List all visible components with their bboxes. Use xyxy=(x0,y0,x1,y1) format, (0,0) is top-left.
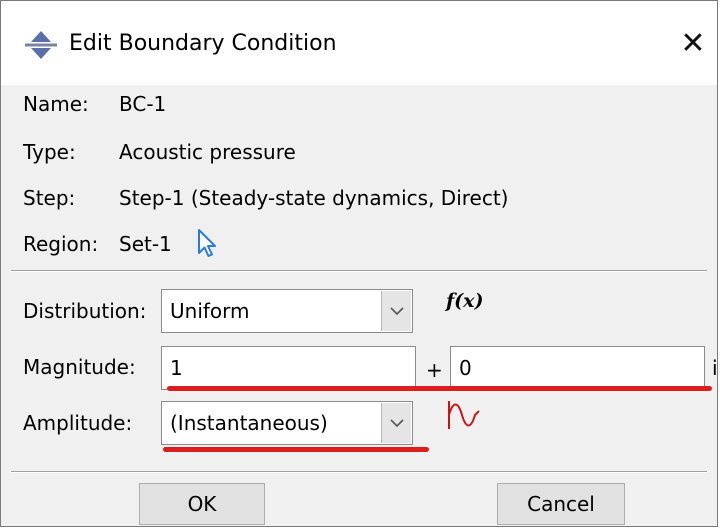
separator-bottom xyxy=(11,471,707,473)
magnitude-real-input[interactable] xyxy=(162,347,415,389)
name-label: Name: xyxy=(23,92,89,116)
chevron-down-icon[interactable] xyxy=(381,403,411,443)
type-label: Type: xyxy=(23,140,76,164)
select-arrow-icon[interactable] xyxy=(193,227,221,259)
distribution-label: Distribution: xyxy=(23,299,147,323)
title-bar[interactable]: Edit Boundary Condition ✕ xyxy=(1,1,717,85)
imaginary-suffix: i xyxy=(712,356,718,380)
magnitude-real-field[interactable] xyxy=(161,346,416,390)
cancel-button[interactable]: Cancel xyxy=(497,483,625,525)
close-button[interactable]: ✕ xyxy=(671,19,715,67)
edit-boundary-condition-dialog: Edit Boundary Condition ✕ Name: BC-1 Typ… xyxy=(0,0,718,527)
type-value: Acoustic pressure xyxy=(119,140,296,164)
step-value: Step-1 (Steady-state dynamics, Direct) xyxy=(119,186,509,210)
magnitude-imag-input[interactable] xyxy=(451,347,704,389)
red-annotation-underline-magnitude xyxy=(167,386,712,391)
region-label: Region: xyxy=(23,232,99,256)
bc-arrows-icon xyxy=(25,31,57,59)
name-value: BC-1 xyxy=(119,92,167,116)
amplitude-label: Amplitude: xyxy=(23,411,133,435)
amplitude-select[interactable]: (Instantaneous) xyxy=(161,401,413,445)
distribution-select[interactable]: Uniform xyxy=(161,289,413,333)
close-icon: ✕ xyxy=(680,25,706,61)
separator-top xyxy=(11,270,707,272)
region-value: Set-1 xyxy=(119,232,172,256)
step-label: Step: xyxy=(23,186,76,210)
magnitude-imag-field[interactable] xyxy=(450,346,705,390)
dialog-title: Edit Boundary Condition xyxy=(69,31,337,56)
plus-sign: + xyxy=(426,358,443,382)
fx-icon[interactable]: f(x) xyxy=(446,289,483,313)
amplitude-value: (Instantaneous) xyxy=(170,411,328,435)
red-annotation-underline-amplitude xyxy=(163,447,429,452)
distribution-value: Uniform xyxy=(170,299,250,323)
magnitude-label: Magnitude: xyxy=(23,355,136,379)
chevron-down-icon[interactable] xyxy=(381,291,411,331)
amplitude-curve-icon[interactable] xyxy=(445,399,483,431)
ok-button[interactable]: OK xyxy=(139,483,265,525)
